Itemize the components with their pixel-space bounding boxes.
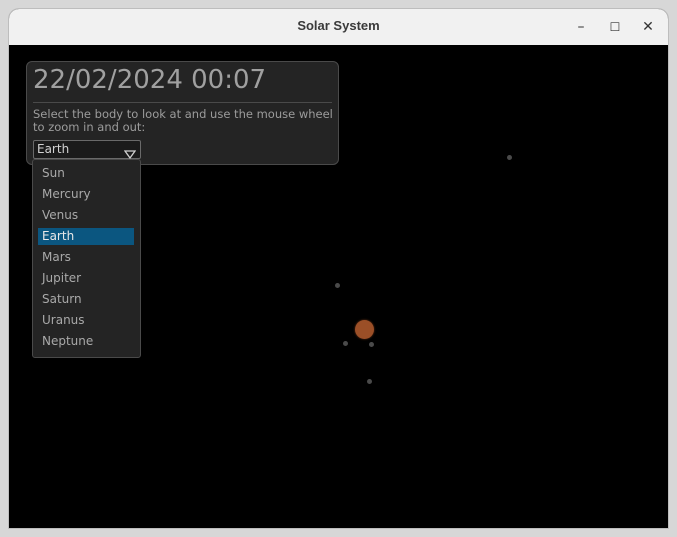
option-venus[interactable]: Venus — [38, 207, 134, 224]
close-icon: ✕ — [642, 19, 654, 35]
option-sun[interactable]: Sun — [38, 165, 134, 182]
minimize-button[interactable]: – — [569, 15, 593, 39]
planet-earth — [355, 320, 374, 339]
option-mars[interactable]: Mars — [38, 249, 134, 266]
moon-dot — [369, 342, 374, 347]
option-mercury[interactable]: Mercury — [38, 186, 134, 203]
option-uranus[interactable]: Uranus — [38, 312, 134, 329]
body-select[interactable]: Earth — [33, 140, 141, 160]
option-earth[interactable]: Earth — [38, 228, 134, 245]
option-jupiter[interactable]: Jupiter — [38, 270, 134, 287]
body-select-value: Earth — [37, 142, 70, 156]
maximize-button[interactable]: ☐ — [603, 15, 627, 39]
space-viewport[interactable]: 22/02/2024 00:07 Select the body to look… — [9, 45, 668, 528]
app-window: Solar System – ☐ ✕ 22/02/2024 00:07 Sele… — [9, 9, 668, 528]
option-saturn[interactable]: Saturn — [38, 291, 134, 308]
moon-dot — [367, 379, 372, 384]
date-time-display: 22/02/2024 00:07 — [33, 65, 267, 95]
close-button[interactable]: ✕ — [636, 15, 660, 39]
option-neptune[interactable]: Neptune — [38, 333, 134, 350]
panel-divider — [33, 102, 332, 103]
instructions-text: Select the body to look at and use the m… — [33, 107, 333, 134]
body-dropdown-list: Sun Mercury Venus Earth Mars Jupiter Sat… — [32, 159, 141, 358]
maximize-icon: ☐ — [609, 20, 621, 34]
minimize-icon: – — [577, 19, 585, 35]
moon-dot — [335, 283, 340, 288]
title-bar[interactable]: Solar System – ☐ ✕ — [9, 9, 668, 46]
moon-dot — [343, 341, 348, 346]
control-panel: 22/02/2024 00:07 Select the body to look… — [26, 61, 339, 165]
moon-dot — [507, 155, 512, 160]
